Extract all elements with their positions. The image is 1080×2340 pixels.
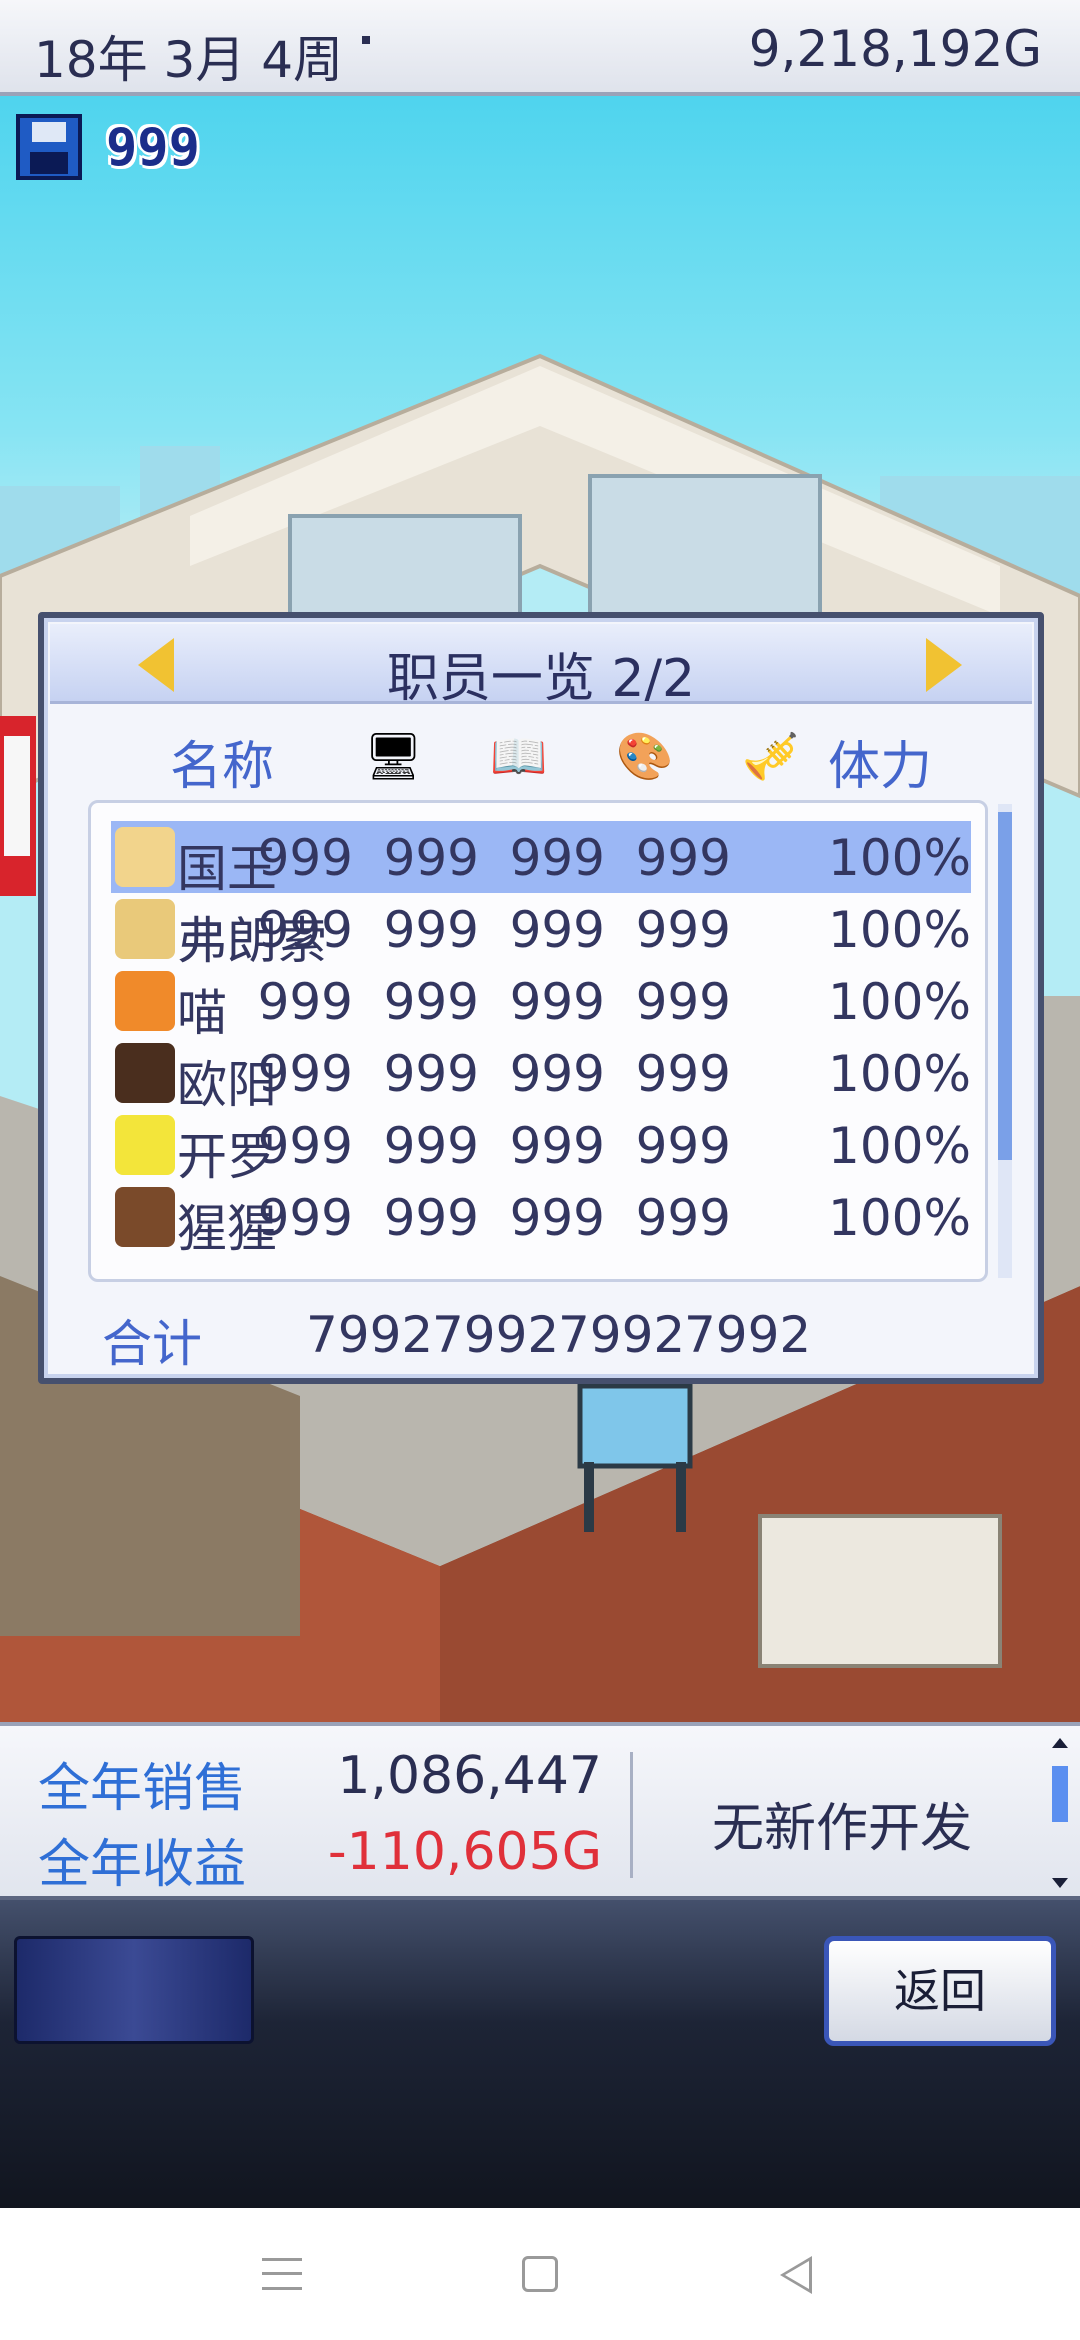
home-icon[interactable] [522, 2256, 558, 2292]
column-stamina: 体力 [828, 737, 933, 797]
company-info-bar: 全年销售 1,086,447 全年收益 -110,605G 无新作开发 [0, 1722, 1080, 1900]
stat-stamina: 100% [828, 901, 971, 959]
computer-icon: 🖥 [364, 729, 423, 783]
column-name: 名称 [170, 737, 275, 797]
stat-sound: 999 [635, 1117, 731, 1175]
paint-palette-icon: 🎨 [616, 729, 674, 783]
stat-scenario: 999 [383, 1189, 479, 1247]
annual-profit-label: 全年收益 [38, 1835, 247, 1895]
info-scrollbar[interactable] [1050, 1738, 1070, 1888]
development-status: 无新作开发 [711, 1799, 972, 1859]
total-scenario: 7992 [432, 1306, 560, 1364]
panel-title: 职员一览 2/2 [386, 649, 696, 709]
staff-row[interactable]: 国王 999 999 999 999 100% [111, 821, 971, 898]
stat-sound: 999 [635, 1189, 731, 1247]
system-nav-bar [0, 2208, 1080, 2340]
next-page-arrow-icon[interactable] [926, 638, 962, 692]
stat-scenario: 999 [383, 829, 479, 887]
stat-programming: 999 [257, 1189, 353, 1247]
stat-programming: 999 [257, 973, 353, 1031]
save-counter: 999 [106, 118, 200, 178]
back-button[interactable]: 返回 [824, 1936, 1056, 2046]
stat-programming: 999 [257, 1045, 353, 1103]
stat-graphics: 999 [509, 901, 605, 959]
money-display: 9,218,192G [748, 20, 1042, 78]
staff-row[interactable]: 弗朗索 999 999 999 999 100% [111, 893, 971, 970]
annual-profit-value: -110,605G [327, 1822, 602, 1882]
stat-graphics: 999 [509, 1045, 605, 1103]
staff-name: 喵 [177, 984, 227, 1042]
total-programming: 7992 [306, 1306, 434, 1364]
staff-row[interactable]: 欧阳 999 999 999 999 100% [111, 1037, 971, 1114]
stat-programming: 999 [257, 829, 353, 887]
stat-scenario: 999 [383, 1045, 479, 1103]
annual-sales-label: 全年销售 [38, 1759, 247, 1819]
staff-list[interactable]: 国王 999 999 999 999 100% 弗朗索 999 999 999 … [88, 800, 988, 1282]
avatar [115, 899, 175, 959]
trumpet-icon: 🎺 [742, 729, 800, 783]
stat-sound: 999 [635, 973, 731, 1031]
stat-stamina: 100% [828, 1117, 971, 1175]
floppy-disk-icon [16, 114, 82, 180]
stat-stamina: 100% [828, 973, 971, 1031]
stat-stamina: 100% [828, 829, 971, 887]
menu-button[interactable] [14, 1936, 254, 2044]
stat-scenario: 999 [383, 901, 479, 959]
avatar [115, 1043, 175, 1103]
staff-row[interactable]: 开罗 999 999 999 999 100% [111, 1109, 971, 1186]
stat-programming: 999 [257, 1117, 353, 1175]
top-status-bar: 18年 3月 4周 9,218,192G [0, 0, 1080, 96]
total-sound: 7992 [684, 1306, 812, 1364]
avatar [115, 971, 175, 1031]
avatar [115, 1187, 175, 1247]
book-icon: 📖 [490, 729, 548, 783]
annual-sales-value: 1,086,447 [337, 1746, 602, 1806]
list-scrollbar[interactable] [998, 804, 1012, 1278]
stat-sound: 999 [635, 829, 731, 887]
stat-sound: 999 [635, 901, 731, 959]
stat-scenario: 999 [383, 973, 479, 1031]
scrollbar-thumb[interactable] [998, 812, 1012, 1160]
menu-icon[interactable] [262, 2258, 302, 2290]
stat-stamina: 100% [828, 1189, 971, 1247]
avatar [115, 827, 175, 887]
staff-row[interactable]: 喵 999 999 999 999 100% [111, 965, 971, 1042]
stat-graphics: 999 [509, 1189, 605, 1247]
stat-graphics: 999 [509, 973, 605, 1031]
staff-list-panel: 职员一览 2/2 名称 🖥 📖 🎨 🎺 体力 国王 999 999 999 99… [38, 612, 1044, 1384]
bottom-controls: 返回 [0, 1900, 1080, 2208]
stat-scenario: 999 [383, 1117, 479, 1175]
total-label: 合计 [102, 1315, 202, 1373]
stat-graphics: 999 [509, 829, 605, 887]
game-date: 18年 3月 4周 [34, 31, 344, 89]
scroll-down-icon[interactable] [1052, 1878, 1068, 1888]
stat-sound: 999 [635, 1045, 731, 1103]
stat-programming: 999 [257, 901, 353, 959]
back-icon[interactable] [780, 2256, 812, 2294]
total-graphics: 7992 [558, 1306, 686, 1364]
stat-graphics: 999 [509, 1117, 605, 1175]
stat-stamina: 100% [828, 1045, 971, 1103]
staff-row[interactable]: 猩猩 999 999 999 999 100% [111, 1181, 971, 1258]
scroll-up-icon[interactable] [1052, 1738, 1068, 1748]
scrollbar-thumb[interactable] [1052, 1766, 1068, 1822]
week-progress-dot [362, 36, 370, 44]
info-divider [630, 1752, 633, 1878]
panel-header: 职员一览 2/2 [50, 624, 1032, 709]
avatar [115, 1115, 175, 1175]
